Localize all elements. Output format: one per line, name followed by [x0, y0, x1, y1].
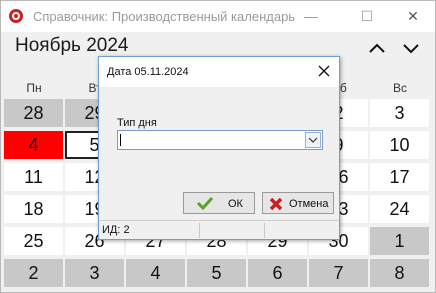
ok-button[interactable]: ОК: [183, 192, 255, 214]
day-type-label: Тип дня: [117, 117, 157, 129]
calendar-day[interactable]: 1: [370, 227, 429, 255]
dialog-title: Дата 05.11.2024: [107, 66, 189, 78]
status-divider: [199, 223, 200, 238]
calendar-day-holiday[interactable]: 4: [4, 131, 63, 159]
calendar-day[interactable]: 10: [370, 131, 429, 159]
calendar-day[interactable]: 28: [4, 99, 63, 127]
calendar-day[interactable]: 25: [4, 227, 63, 255]
calendar-day[interactable]: 3: [65, 259, 124, 287]
close-window-button[interactable]: ✕: [391, 1, 435, 32]
cancel-icon: [268, 196, 284, 215]
day-type-select[interactable]: [117, 130, 323, 150]
record-id: ИД: 2: [102, 224, 130, 236]
status-divider: [264, 223, 265, 238]
calendar-day[interactable]: 2: [4, 259, 63, 287]
title-bar: Справочник: Производственный календарь —…: [1, 1, 435, 32]
window-title: Справочник: Производственный календарь: [33, 9, 296, 24]
cancel-label: Отмена: [289, 198, 329, 210]
dropdown-button[interactable]: [305, 132, 321, 148]
cancel-button[interactable]: Отмена: [262, 192, 334, 214]
minimize-button[interactable]: —: [289, 1, 333, 32]
app-icon: [9, 9, 23, 23]
calendar-day[interactable]: 17: [370, 163, 429, 191]
dialog-title-bar: Дата 05.11.2024: [99, 57, 339, 87]
checkmark-icon: [196, 196, 214, 213]
day-type-dialog: Дата 05.11.2024 Тип дня ОК Отмена ИД: 2: [98, 56, 340, 240]
month-title: Ноябрь 2024: [15, 35, 129, 56]
dialog-status-bar: ИД: 2: [99, 220, 339, 240]
chevron-up-icon: [369, 43, 385, 53]
ok-label: ОК: [228, 198, 243, 210]
next-month-button[interactable]: [400, 38, 422, 58]
app-window: Справочник: Производственный календарь —…: [0, 0, 436, 293]
calendar-day[interactable]: 4: [126, 259, 185, 287]
weekday-label: Вс: [392, 81, 407, 95]
calendar-day[interactable]: 11: [4, 163, 63, 191]
close-icon: [318, 65, 330, 77]
calendar-day[interactable]: 24: [370, 195, 429, 223]
calendar-day[interactable]: 18: [4, 195, 63, 223]
calendar-day[interactable]: 8: [370, 259, 429, 287]
chevron-down-icon: [308, 137, 318, 143]
calendar-day[interactable]: 5: [187, 259, 246, 287]
dialog-close-button[interactable]: [315, 62, 333, 80]
previous-month-button[interactable]: [366, 38, 388, 58]
text-cursor: [120, 134, 121, 146]
calendar-day[interactable]: 6: [248, 259, 307, 287]
maximize-button[interactable]: ☐: [345, 1, 389, 32]
calendar-day[interactable]: 7: [309, 259, 368, 287]
chevron-down-icon: [403, 44, 419, 54]
weekday-label: Пн: [26, 81, 42, 95]
calendar-day[interactable]: 3: [370, 99, 429, 127]
